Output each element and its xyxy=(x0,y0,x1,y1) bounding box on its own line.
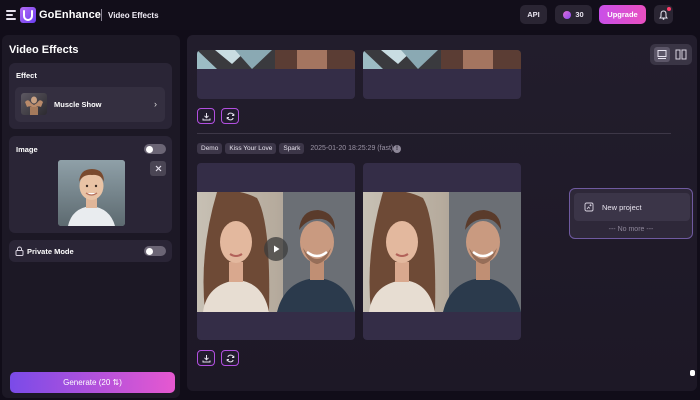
effect-thumbnail xyxy=(21,93,47,115)
play-button[interactable] xyxy=(264,237,288,261)
effect-selector[interactable]: Muscle Show › xyxy=(15,87,165,122)
chevron-right-icon: › xyxy=(154,99,157,109)
private-mode-toggle[interactable] xyxy=(144,246,166,256)
refresh-icon xyxy=(226,354,234,362)
regenerate-button[interactable] xyxy=(221,108,239,124)
tag-model: Spark xyxy=(279,143,305,154)
scrollbar-thumb[interactable] xyxy=(690,370,695,376)
image-label: Image xyxy=(16,145,38,154)
layout-toggle[interactable] xyxy=(650,44,692,65)
single-view-option[interactable] xyxy=(654,47,670,62)
effect-name: Muscle Show xyxy=(54,100,102,109)
bell-icon xyxy=(659,9,668,20)
single-view-icon xyxy=(657,50,667,59)
result-card[interactable] xyxy=(363,163,521,340)
project-menu: New project --- No more --- xyxy=(569,188,693,239)
timestamp: 2025-01-20 18:25:29 (fast) xyxy=(310,145,394,152)
private-mode-section: Private Mode xyxy=(9,240,172,262)
lock-icon xyxy=(15,246,24,256)
no-more-label: --- No more --- xyxy=(608,226,654,233)
regenerate-button[interactable] xyxy=(221,350,239,366)
refresh-icon xyxy=(226,112,234,120)
new-project-icon xyxy=(584,202,594,212)
download-icon xyxy=(202,112,210,120)
tag-effect: Kiss Your Love xyxy=(225,143,277,154)
result-video[interactable] xyxy=(363,192,521,312)
upgrade-button[interactable]: Upgrade xyxy=(599,5,646,24)
grid-view-icon[interactable] xyxy=(675,49,687,60)
tag-demo: Demo xyxy=(197,143,223,154)
panel-title: Video Effects xyxy=(9,44,79,56)
download-button[interactable] xyxy=(197,108,215,124)
image-toggle[interactable] xyxy=(144,144,166,154)
result-preview xyxy=(197,50,355,69)
close-icon xyxy=(155,165,161,172)
notifications-button[interactable] xyxy=(654,5,673,24)
result-card[interactable] xyxy=(363,50,521,99)
logo-icon xyxy=(20,7,36,23)
credits-button[interactable]: 30 xyxy=(555,5,592,24)
info-icon[interactable]: ! xyxy=(393,145,401,153)
settings-panel: Video Effects Effect Muscle Show › Image xyxy=(2,35,180,398)
new-project-label: New project xyxy=(602,203,642,212)
menu-icon[interactable] xyxy=(6,10,16,20)
download-button[interactable] xyxy=(197,350,215,366)
uploaded-image xyxy=(58,160,125,226)
play-icon xyxy=(274,245,280,253)
notification-dot xyxy=(667,7,671,11)
api-button[interactable]: API xyxy=(520,5,547,24)
effect-section: Effect Muscle Show › xyxy=(9,63,172,129)
private-mode-label: Private Mode xyxy=(27,247,74,256)
generate-button[interactable]: Generate (20 ⇅) xyxy=(10,372,175,393)
credits-count: 30 xyxy=(575,10,584,19)
brand-name[interactable]: GoEnhance xyxy=(39,9,101,21)
result-card[interactable] xyxy=(197,50,355,99)
top-bar: GoEnhance Video Effects API 30 Upgrade xyxy=(0,0,700,30)
remove-image-button[interactable] xyxy=(150,161,166,176)
new-project-item[interactable]: New project xyxy=(574,193,690,221)
breadcrumb: Video Effects xyxy=(108,11,159,20)
download-icon xyxy=(202,354,210,362)
section-divider xyxy=(197,133,671,134)
header-divider xyxy=(101,9,102,21)
result-tags: Demo Kiss Your Love Spark 2025-01-20 18:… xyxy=(197,143,393,154)
effect-label: Effect xyxy=(16,71,37,80)
result-card[interactable] xyxy=(197,163,355,340)
result-preview xyxy=(363,50,521,69)
credits-icon xyxy=(563,10,572,19)
image-section: Image xyxy=(9,136,172,233)
